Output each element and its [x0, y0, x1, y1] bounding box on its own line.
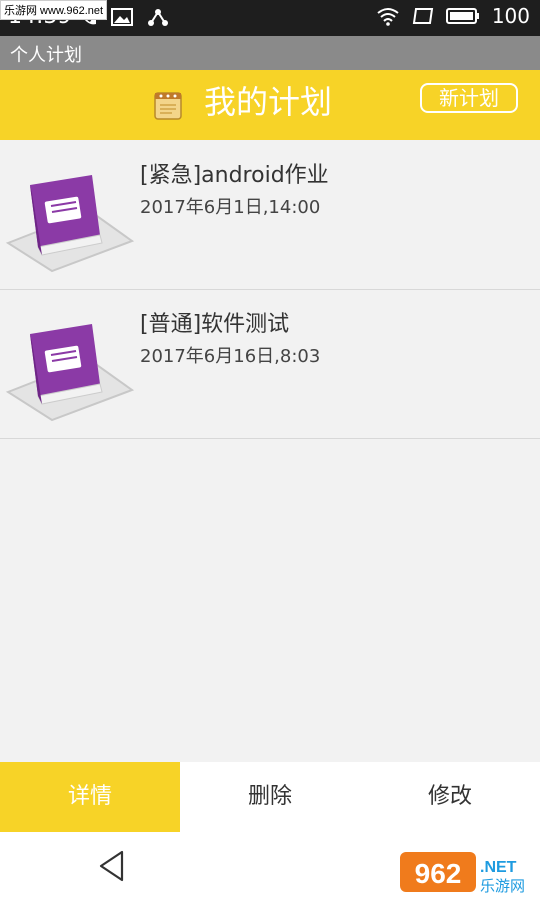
logo-cn: 乐游网 — [480, 877, 525, 895]
plan-date: 2017年6月16日,8:03 — [140, 346, 321, 367]
plan-list: [紧急]android作业 2017年6月1日,14:00 [普通]软件测试 2… — [0, 141, 540, 439]
app-bar: 个人计划 — [0, 36, 540, 70]
logo-sub: .NET — [480, 859, 517, 876]
page-header: 我的计划 新计划 — [0, 70, 540, 140]
plan-date: 2017年6月1日,14:00 — [140, 197, 321, 218]
tab-edit[interactable]: 修改 — [360, 762, 540, 832]
page-title: 我的计划 — [204, 83, 333, 121]
status-bar: 14:39 100 乐游网 www — [0, 0, 540, 36]
logo-main: 962 — [415, 858, 462, 889]
battery-icon — [445, 8, 479, 24]
book-icon — [5, 324, 135, 422]
back-icon[interactable] — [97, 849, 127, 883]
book-icon — [5, 175, 135, 273]
system-nav-bar: 962 .NET 乐游网 — [0, 832, 540, 900]
image-icon — [111, 8, 133, 26]
screen-icon — [412, 8, 433, 24]
plan-title: [普通]软件测试 — [140, 312, 290, 337]
plan-title: [紧急]android作业 — [140, 163, 329, 188]
bottom-action-bar: 详情 删除 修改 — [0, 762, 540, 832]
plan-item[interactable]: [普通]软件测试 2017年6月16日,8:03 — [0, 290, 540, 439]
wifi-icon — [377, 8, 399, 26]
tab-delete[interactable]: 删除 — [180, 762, 360, 832]
battery-level: 100 — [491, 4, 530, 28]
plan-item[interactable]: [紧急]android作业 2017年6月1日,14:00 — [0, 141, 540, 290]
share-icon — [148, 9, 168, 26]
site-watermark: 乐游网 www.962.net — [0, 0, 108, 20]
tab-details[interactable]: 详情 — [0, 762, 180, 832]
new-plan-button[interactable]: 新计划 — [420, 83, 518, 113]
site-logo: 962 .NET 乐游网 — [400, 852, 525, 895]
notepad-icon — [154, 92, 182, 120]
app-title: 个人计划 — [10, 45, 82, 66]
